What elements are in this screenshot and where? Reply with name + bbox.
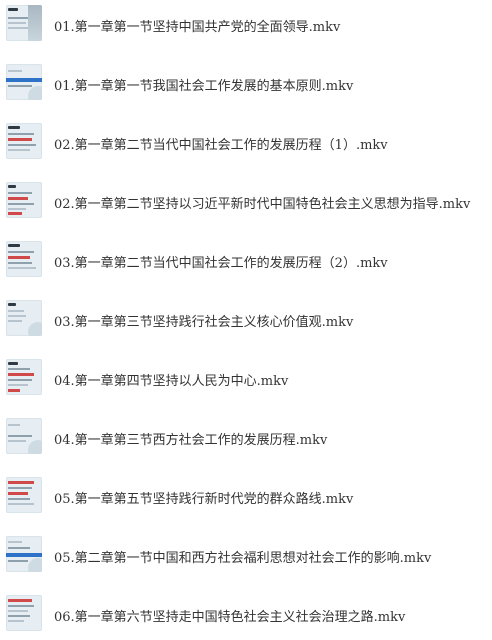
file-item[interactable]: 03.第一章第三节坚持践行社会主义核心价值观.mkv: [0, 297, 492, 341]
file-item[interactable]: 05.第二章第一节中国和西方社会福利思想对社会工作的影响.mkv: [0, 533, 492, 577]
file-item[interactable]: 06.第一章第六节坚持走中国特色社会主义社会治理之路.mkv: [0, 592, 492, 636]
file-name[interactable]: 01.第一章第一节坚持中国共产党的全面领导.mkv: [54, 16, 340, 35]
video-thumbnail-icon: [6, 595, 42, 631]
video-thumbnail-icon: [6, 418, 42, 454]
file-name[interactable]: 03.第一章第二节当代中国社会工作的发展历程（2）.mkv: [54, 252, 388, 271]
file-name[interactable]: 02.第一章第二节坚持以习近平新时代中国特色社会主义思想为指导.mkv: [54, 193, 470, 212]
file-item[interactable]: 01.第一章第一节我国社会工作发展的基本原则.mkv: [0, 61, 492, 105]
video-thumbnail-icon: [6, 536, 42, 572]
file-name[interactable]: 02.第一章第二节当代中国社会工作的发展历程（1）.mkv: [54, 134, 388, 153]
file-item[interactable]: 04.第一章第三节西方社会工作的发展历程.mkv: [0, 415, 492, 459]
file-name[interactable]: 05.第二章第一节中国和西方社会福利思想对社会工作的影响.mkv: [54, 547, 431, 566]
file-name[interactable]: 03.第一章第三节坚持践行社会主义核心价值观.mkv: [54, 311, 353, 330]
video-thumbnail-icon: [6, 241, 42, 277]
file-name[interactable]: 05.第一章第五节坚持践行新时代党的群众路线.mkv: [54, 488, 353, 507]
video-thumbnail-icon: [6, 359, 42, 395]
file-item[interactable]: 03.第一章第二节当代中国社会工作的发展历程（2）.mkv: [0, 238, 492, 282]
file-item[interactable]: 02.第一章第二节坚持以习近平新时代中国特色社会主义思想为指导.mkv: [0, 179, 492, 223]
video-thumbnail-icon: [6, 123, 42, 159]
video-thumbnail-icon: [6, 477, 42, 513]
file-name[interactable]: 04.第一章第三节西方社会工作的发展历程.mkv: [54, 429, 327, 448]
file-name[interactable]: 04.第一章第四节坚持以人民为中心.mkv: [54, 370, 288, 389]
file-item[interactable]: 04.第一章第四节坚持以人民为中心.mkv: [0, 356, 492, 400]
file-list: 01.第一章第一节坚持中国共产党的全面领导.mkv 01.第一章第一节我国社会工…: [0, 0, 492, 640]
video-thumbnail-icon: [6, 300, 42, 336]
video-thumbnail-icon: [6, 5, 42, 41]
video-thumbnail-icon: [6, 182, 42, 218]
video-thumbnail-icon: [6, 64, 42, 100]
file-item[interactable]: 02.第一章第二节当代中国社会工作的发展历程（1）.mkv: [0, 120, 492, 164]
file-item[interactable]: 01.第一章第一节坚持中国共产党的全面领导.mkv: [0, 2, 492, 46]
file-name[interactable]: 01.第一章第一节我国社会工作发展的基本原则.mkv: [54, 75, 353, 94]
file-item[interactable]: 05.第一章第五节坚持践行新时代党的群众路线.mkv: [0, 474, 492, 518]
file-name[interactable]: 06.第一章第六节坚持走中国特色社会主义社会治理之路.mkv: [54, 606, 405, 625]
